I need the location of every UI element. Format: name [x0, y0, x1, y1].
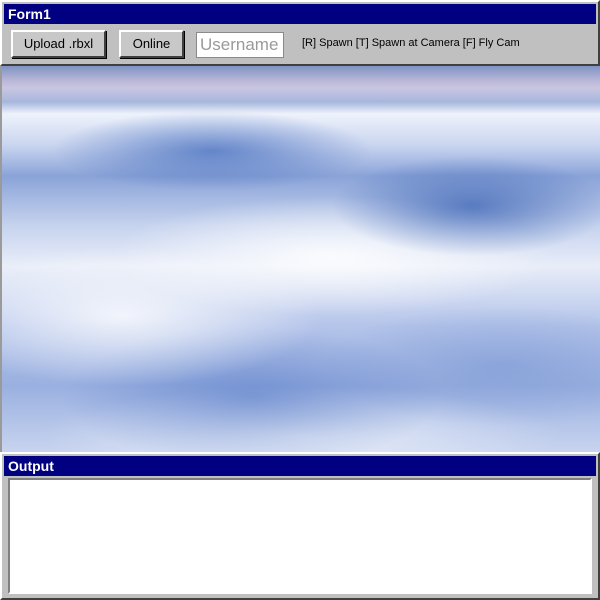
form-panel: Form1 Upload .rbxl Online Username [R] S…	[0, 0, 600, 66]
username-placeholder: Username	[200, 35, 279, 54]
username-input[interactable]: Username	[196, 32, 284, 58]
online-button[interactable]: Online	[119, 30, 184, 58]
upload-rbxl-button[interactable]: Upload .rbxl	[11, 30, 106, 58]
output-panel: Output	[0, 452, 600, 600]
3d-viewport[interactable]	[0, 66, 600, 452]
controls-hint: [R] Spawn [T] Spawn at Camera [F] Fly Ca…	[302, 37, 520, 49]
output-title: Output	[4, 456, 596, 476]
output-log[interactable]	[8, 478, 592, 594]
app-window: Form1 Upload .rbxl Online Username [R] S…	[0, 0, 600, 600]
form-title: Form1	[4, 4, 596, 24]
